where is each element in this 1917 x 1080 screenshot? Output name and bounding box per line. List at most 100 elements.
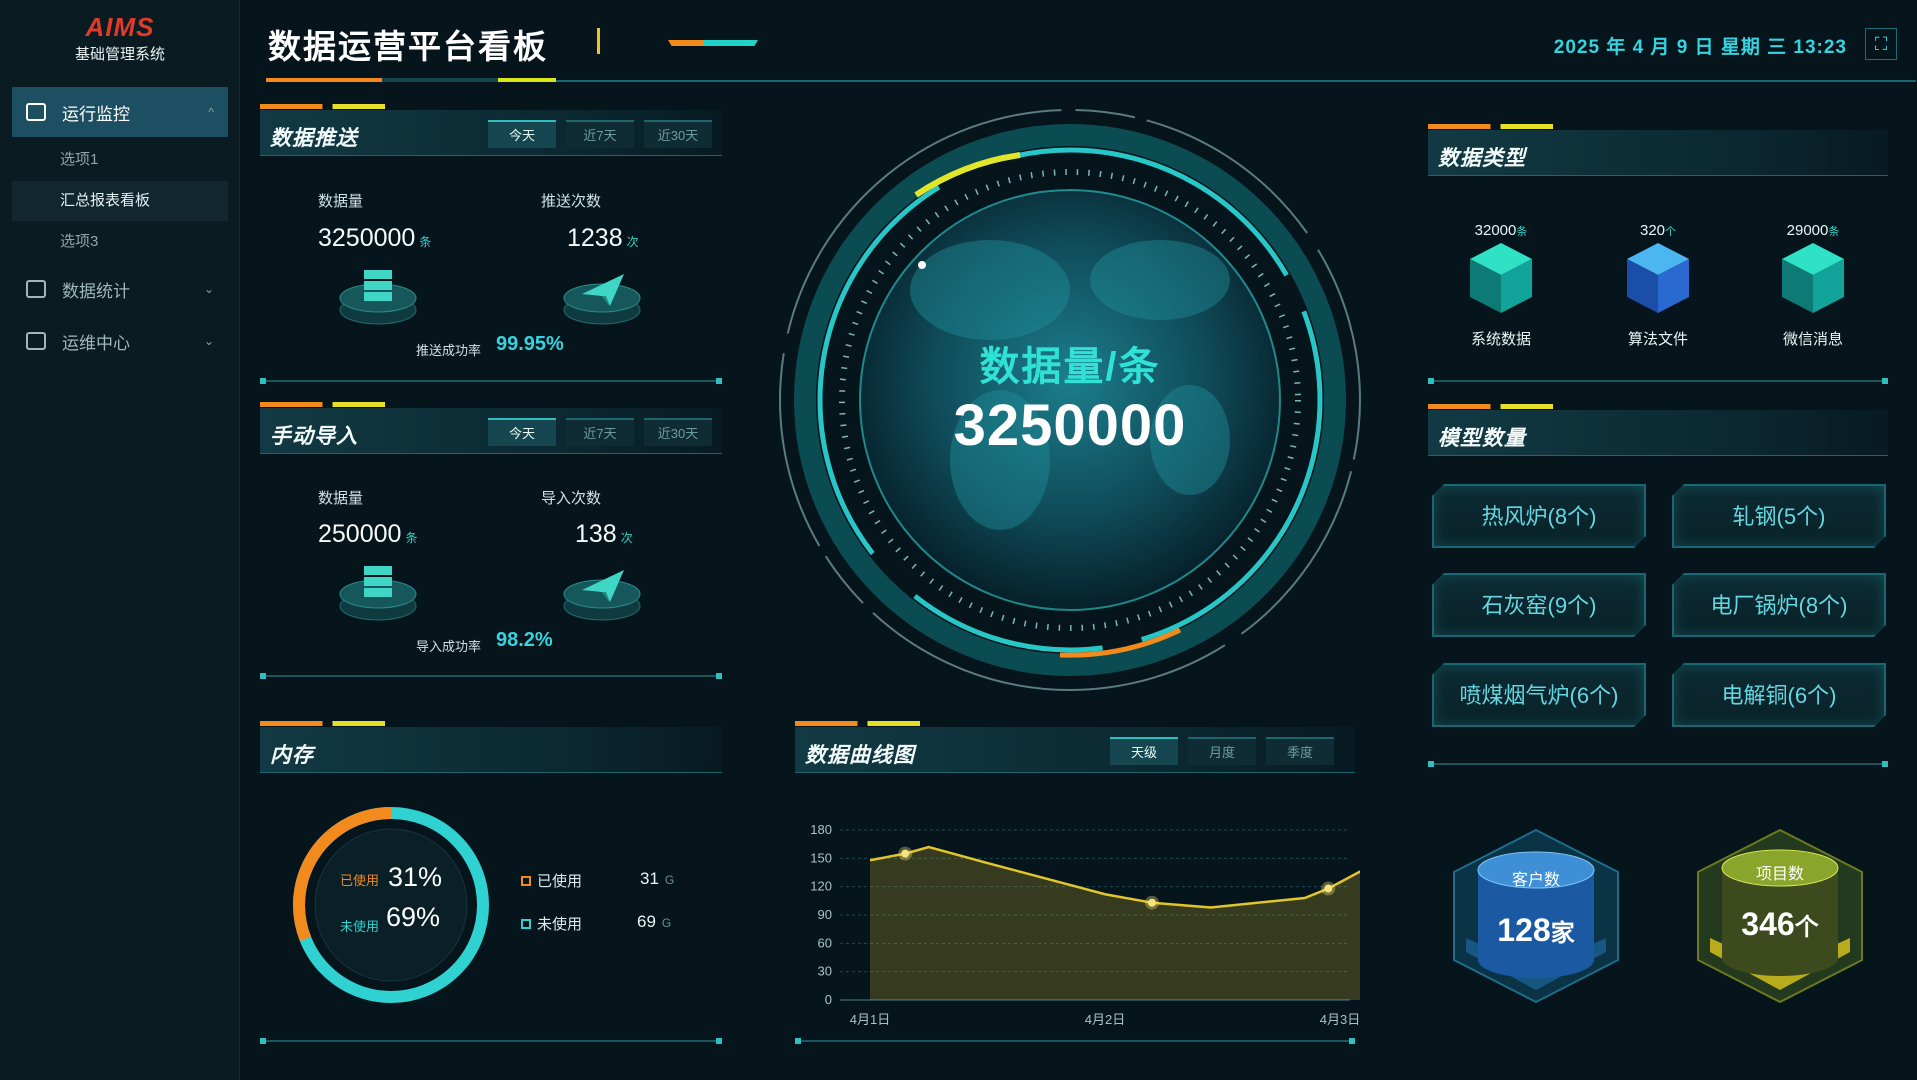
x-tick-label: 4月3日 xyxy=(1320,1012,1360,1027)
legend-swatch xyxy=(521,875,531,886)
y-tick-label: 0 xyxy=(825,992,832,1007)
push-panel-header: 数据推送 今天 近7天 近30天 xyxy=(260,104,722,156)
cube-icon xyxy=(1470,243,1532,313)
datatype-unit: 条 xyxy=(1516,226,1528,238)
projects-unit: 个 xyxy=(1794,914,1819,941)
memory-panel-title: 内存 xyxy=(270,744,314,767)
legend-free-value: 69 G xyxy=(637,912,671,932)
model-coal-flue-furnace-button[interactable]: 喷煤烟气炉(6个) xyxy=(1432,663,1646,727)
import-count-unit: 次 xyxy=(620,531,633,545)
monitor-icon xyxy=(26,103,46,121)
x-tick-label: 4月2日 xyxy=(1085,1012,1125,1027)
datatype-name: 算法文件 xyxy=(1627,331,1688,348)
fullscreen-icon[interactable]: ⛶ xyxy=(1865,28,1897,60)
datatype-value: 320个 xyxy=(1603,222,1713,239)
push-tabs: 今天 近7天 近30天 xyxy=(488,120,712,148)
y-tick-label: 150 xyxy=(810,850,832,865)
sidebar-subitem-summary-board[interactable]: 汇总报表看板 xyxy=(12,181,228,221)
cube-icon xyxy=(1782,243,1844,313)
tab-quarterly[interactable]: 季度 xyxy=(1266,737,1334,765)
panel-decoration xyxy=(795,721,920,726)
panel-footer xyxy=(1428,761,1888,767)
sidebar-item-label: 运维中心 xyxy=(62,333,130,353)
datatype-panel-title: 数据类型 xyxy=(1438,147,1526,170)
push-rate-label: 推送成功率 xyxy=(416,343,482,358)
logo: AIMS 基础管理系统 xyxy=(0,12,240,64)
cube-icon xyxy=(1627,243,1689,313)
app-subtitle: 基础管理系统 xyxy=(74,46,165,63)
push-rate-value: 99.95% xyxy=(496,333,564,355)
projects-label: 项目数 xyxy=(1755,866,1804,883)
push-count-label: 推送次数 xyxy=(541,193,602,210)
datatype-unit: 个 xyxy=(1665,226,1677,238)
panel-decoration xyxy=(1428,124,1553,129)
curve-tabs: 天级 月度 季度 xyxy=(1110,737,1334,765)
sidebar: AIMS 基础管理系统 运行监控 ^ 选项1 汇总报表看板 选项3 数据统计 ⌄… xyxy=(0,0,240,1080)
legend-used: 已使用 xyxy=(521,870,582,891)
model-lime-kiln-button[interactable]: 石灰窑(9个) xyxy=(1432,573,1646,637)
data-curve-chart: 0 30 60 90 120 150 180 4月1日 4月2日 4月3日 xyxy=(810,822,1360,1027)
legend-unit: G xyxy=(664,873,675,887)
import-rate-label: 导入成功率 xyxy=(416,639,482,654)
chevron-down-icon: ⌄ xyxy=(203,334,214,348)
center-title: 数据量/条 xyxy=(979,345,1161,389)
y-tick-label: 120 xyxy=(810,879,832,894)
model-power-boiler-button[interactable]: 电厂锅炉(8个) xyxy=(1672,573,1886,637)
sidebar-item-statistics[interactable]: 数据统计 ⌄ xyxy=(12,264,228,314)
push-panel-title: 数据推送 xyxy=(270,127,358,150)
push-qty-unit: 条 xyxy=(419,235,432,249)
ops-icon xyxy=(26,332,46,350)
data-point xyxy=(1321,881,1336,896)
projects-number: 346 xyxy=(1741,906,1795,942)
chevron-up-icon: ^ xyxy=(208,105,214,119)
customers-value: 128家 xyxy=(1466,912,1606,949)
legend-swatch xyxy=(521,918,531,929)
sidebar-item-ops-center[interactable]: 运维中心 ⌄ xyxy=(12,316,228,366)
import-tabs: 今天 近7天 近30天 xyxy=(488,418,712,446)
datatype-name: 微信消息 xyxy=(1782,331,1843,348)
push-qty-value: 3250000 条 xyxy=(318,224,431,253)
tab-today[interactable]: 今天 xyxy=(488,120,556,148)
model-panel-title: 模型数量 xyxy=(1438,427,1526,450)
panel-footer xyxy=(260,378,722,384)
tab-today[interactable]: 今天 xyxy=(488,418,556,446)
tab-daily[interactable]: 天级 xyxy=(1110,737,1178,765)
tab-30days[interactable]: 近30天 xyxy=(644,120,712,148)
memory-used-pct: 31% xyxy=(388,862,443,892)
model-steel-rolling-button[interactable]: 轧钢(5个) xyxy=(1672,484,1886,548)
memory-used-label: 已使用 xyxy=(340,873,380,888)
database-icon xyxy=(339,270,417,325)
panel-decoration xyxy=(260,104,385,109)
tab-7days[interactable]: 近7天 xyxy=(566,120,634,148)
header-decoration xyxy=(668,40,758,46)
tab-7days[interactable]: 近7天 xyxy=(566,418,634,446)
sidebar-subitem-option3[interactable]: 选项3 xyxy=(12,222,228,262)
push-count-value: 1238 次 xyxy=(567,224,639,253)
model-electrolytic-copper-button[interactable]: 电解铜(6个) xyxy=(1672,663,1886,727)
push-count-number: 1238 xyxy=(567,224,623,252)
tab-30days[interactable]: 近30天 xyxy=(644,418,712,446)
logo-text: AIMS xyxy=(85,12,155,42)
sidebar-subitem-option1[interactable]: 选项1 xyxy=(12,140,228,180)
datatype-number: 320 xyxy=(1639,222,1666,239)
paper-plane-icon xyxy=(563,274,641,325)
push-qty-label: 数据量 xyxy=(318,193,364,210)
datatype-value: 32000条 xyxy=(1446,222,1556,239)
import-qty-value: 250000 条 xyxy=(318,520,417,549)
legend-unit: G xyxy=(661,916,672,930)
sidebar-item-monitoring[interactable]: 运行监控 ^ xyxy=(12,87,228,137)
datatype-wechat: 29000条 微信消息 xyxy=(1758,222,1868,349)
panel-footer xyxy=(260,1038,722,1044)
panel-decoration xyxy=(1428,404,1553,409)
tab-monthly[interactable]: 月度 xyxy=(1188,737,1256,765)
datatype-unit: 条 xyxy=(1828,226,1840,238)
title-decoration xyxy=(597,28,600,54)
legend-used-number: 31 xyxy=(640,869,659,888)
import-qty-label: 数据量 xyxy=(318,490,364,507)
panel-footer xyxy=(1428,378,1888,384)
model-hot-blast-stove-button[interactable]: 热风炉(8个) xyxy=(1432,484,1646,548)
datatype-number: 29000 xyxy=(1786,222,1829,239)
series-area xyxy=(870,847,1360,1000)
import-qty-unit: 条 xyxy=(405,531,418,545)
import-count-number: 138 xyxy=(575,520,617,548)
